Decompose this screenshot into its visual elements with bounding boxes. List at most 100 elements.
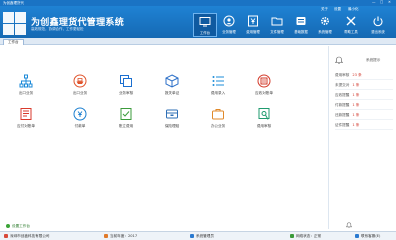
- folder-icon: [271, 17, 283, 26]
- module-customs-docs[interactable]: 报关单证: [155, 74, 189, 96]
- module-label: 应收对账单: [255, 91, 273, 95]
- close-window-button[interactable]: ✕: [388, 0, 391, 4]
- workbench-panel: 出口业务 出口业务 业务审核 报关单证 费用录入 应收对账单 应付对账单 付款单…: [0, 45, 326, 230]
- app-header: 为创鑫理货代管理系统 高效规范，协调合作，工作更轻松 关于 设置 最小化 工作台…: [0, 6, 396, 38]
- notice-receivable[interactable]: 应收提醒 1 条: [335, 90, 393, 100]
- status-network: 网络状态：正常: [290, 234, 321, 239]
- tools-icon: [346, 16, 356, 26]
- notice-label: 还款提醒: [335, 113, 350, 117]
- receipt-icon: [20, 108, 32, 120]
- status-year: 当前年度：2017: [104, 234, 137, 239]
- notice-count: 1 条: [352, 83, 360, 87]
- notice-count: 1 条: [352, 103, 360, 107]
- module-label: 应付对账单: [17, 124, 35, 128]
- notice-label: 付款提醒: [335, 103, 350, 107]
- user-icon: [190, 234, 194, 238]
- nav-exit[interactable]: 退出系统: [366, 13, 390, 37]
- doc-check-icon: [120, 108, 132, 120]
- nav-label: 文件管理: [270, 30, 284, 34]
- module-fee-audit[interactable]: 费用审核: [247, 107, 281, 129]
- module-label: 办公业务: [210, 124, 226, 128]
- notification-sidebar: 系统提示 费用审核 23 条 未提交对 1 条 应收提醒 1 条 付款提醒 1 条 还款…: [328, 46, 394, 229]
- list-icon: [212, 76, 224, 86]
- company-icon: [4, 234, 8, 238]
- nav-system[interactable]: 系统管理: [313, 13, 337, 37]
- maximize-window-button[interactable]: □: [380, 0, 383, 4]
- module-label: 费用录入: [210, 91, 226, 95]
- nav-files[interactable]: 文件管理: [265, 13, 289, 37]
- bill-icon: [257, 74, 271, 88]
- notice-fee-audit[interactable]: 费用审核 23 条: [335, 70, 393, 80]
- set-workbench-link[interactable]: 设置工作台: [6, 224, 30, 229]
- minimize-window-button[interactable]: —: [372, 0, 376, 4]
- module-export-business-2[interactable]: 出口业务: [63, 74, 97, 96]
- nav-base-data[interactable]: 基础数据: [289, 13, 313, 37]
- copy-icon: [120, 75, 132, 87]
- person-icon: [223, 15, 235, 27]
- module-label: 出口业务: [18, 91, 34, 95]
- gear-icon: [320, 16, 330, 26]
- module-insurance-claims[interactable]: 保险理赔: [155, 107, 189, 129]
- contact-support: 联系客服(E): [361, 234, 381, 238]
- bag-icon: [212, 109, 224, 120]
- network-state: 网络状态：正常: [296, 234, 322, 238]
- nav-label: 业务管理: [222, 30, 236, 34]
- module-receivable-statement[interactable]: 应收对账单: [247, 74, 281, 96]
- module-accrued-fees[interactable]: 账立费用: [109, 107, 143, 129]
- power-icon: [373, 16, 383, 27]
- org-chart-icon: [19, 74, 33, 88]
- status-contact[interactable]: 联系客服(E): [355, 234, 380, 239]
- company-name: 深圳市创鑫科技有限公司: [10, 234, 50, 238]
- module-export-business[interactable]: 出口业务: [9, 74, 43, 96]
- nav-label: 基础数据: [294, 30, 308, 34]
- nav-label: 帮助工具: [344, 30, 358, 34]
- settings-link[interactable]: 设置: [334, 7, 341, 12]
- notice-payment[interactable]: 付款提醒 1 条: [335, 100, 393, 110]
- module-payment-slip[interactable]: 付款单: [63, 107, 97, 129]
- module-label: 出口业务: [72, 91, 88, 95]
- yen-icon: [248, 15, 258, 27]
- home-dot-icon: [6, 224, 10, 228]
- nav-label: 退出系统: [371, 30, 385, 34]
- nav-fees[interactable]: 费用管理: [241, 13, 265, 37]
- notice-label: 应收提醒: [335, 93, 350, 97]
- notice-label: 证件提醒: [335, 123, 350, 127]
- tab-bar: 工作台: [0, 38, 396, 45]
- box-icon: [165, 74, 179, 88]
- notice-label: 费用审核: [335, 73, 350, 77]
- status-user: 系统管理员: [190, 234, 214, 239]
- notice-count: 1 条: [352, 123, 360, 127]
- module-fee-entry[interactable]: 费用录入: [201, 74, 235, 96]
- window-title: 为创鑫理货代: [3, 0, 24, 5]
- calendar-icon: [104, 234, 108, 238]
- about-link[interactable]: 关于: [321, 7, 328, 12]
- nav-help-tools[interactable]: 帮助工具: [339, 13, 363, 37]
- module-label: 费用审核: [256, 124, 272, 128]
- notice-count: 1 条: [352, 93, 360, 97]
- module-label: 报关单证: [164, 91, 180, 95]
- status-company: 深圳市创鑫科技有限公司: [4, 234, 50, 239]
- app-tagline: 高效规范，协调合作，工作更轻松: [31, 27, 84, 31]
- module-label: 业务审核: [118, 91, 134, 95]
- ship-icon: [73, 74, 87, 88]
- minimize-link[interactable]: 最小化: [348, 7, 359, 12]
- database-icon: [296, 17, 306, 25]
- nav-workbench[interactable]: 工作台: [193, 13, 217, 37]
- set-workbench-label: 设置工作台: [12, 224, 30, 228]
- module-office-business[interactable]: 办公业务: [201, 107, 235, 129]
- bell-icon[interactable]: [346, 222, 352, 228]
- current-year: 当前年度：2017: [110, 234, 138, 238]
- notice-certificate[interactable]: 证件提醒 1 条: [335, 120, 393, 130]
- nav-label: 费用管理: [246, 30, 260, 34]
- network-icon: [290, 234, 294, 238]
- notice-count: 1 条: [352, 113, 360, 117]
- notice-unsubmitted[interactable]: 未提交对 1 条: [335, 80, 393, 90]
- notice-repayment[interactable]: 还款提醒 1 条: [335, 110, 393, 120]
- system-notice-title: 系统提示: [366, 58, 381, 62]
- monitor-icon: [199, 17, 211, 27]
- payment-icon: [73, 107, 87, 121]
- module-business-review[interactable]: 业务审核: [109, 74, 143, 96]
- module-payable-statement[interactable]: 应付对账单: [9, 107, 43, 129]
- nav-business[interactable]: 业务管理: [217, 13, 241, 37]
- file-box-icon: [166, 109, 178, 119]
